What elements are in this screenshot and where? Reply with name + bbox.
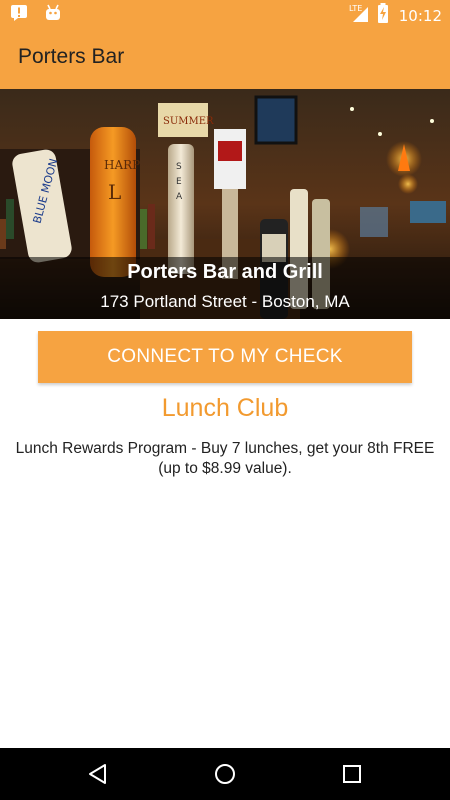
- svg-text:L: L: [108, 180, 121, 204]
- svg-text:S: S: [176, 162, 182, 172]
- app-screen: LTE 10:12 Porters Bar BLUE MOON HARP L S…: [0, 0, 450, 800]
- android-icon: [44, 4, 62, 27]
- status-bar: LTE 10:12: [0, 0, 450, 26]
- venue-hero-image: BLUE MOON HARP L SUMMER S E A Porters Ba…: [0, 89, 450, 319]
- svg-text:A: A: [176, 192, 183, 202]
- app-title: Porters Bar: [18, 45, 125, 68]
- battery-icon: [377, 3, 389, 28]
- svg-text:LTE: LTE: [349, 4, 362, 13]
- system-nav-bar: [0, 748, 450, 800]
- back-icon[interactable]: [86, 762, 110, 786]
- venue-address: 173 Portland Street - Boston, MA: [100, 292, 350, 311]
- connect-to-check-button[interactable]: CONNECT TO MY CHECK: [38, 331, 412, 383]
- promo-title: Lunch Club: [161, 394, 289, 422]
- recents-icon[interactable]: [340, 762, 364, 786]
- venue-name: Porters Bar and Grill: [127, 261, 323, 283]
- app-bar: Porters Bar: [0, 26, 450, 89]
- svg-text:SUMMER: SUMMER: [163, 116, 214, 127]
- svg-text:E: E: [176, 177, 182, 187]
- status-time: 10:12: [398, 6, 442, 25]
- promo-description: Lunch Rewards Program - Buy 7 lunches, g…: [15, 440, 435, 477]
- notification-icon: [10, 4, 28, 27]
- svg-text:HARP: HARP: [104, 158, 140, 172]
- signal-icon: LTE: [349, 3, 371, 28]
- home-icon[interactable]: [213, 762, 237, 786]
